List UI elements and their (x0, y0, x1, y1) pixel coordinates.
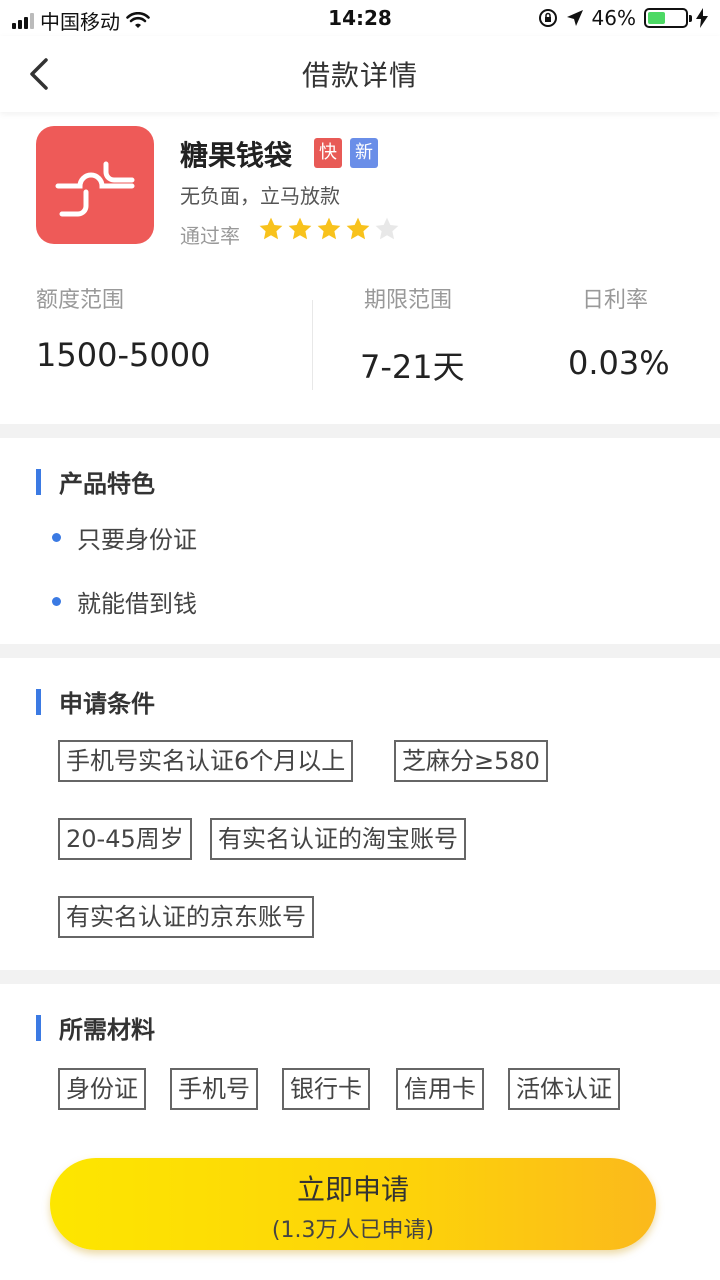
features-header: 产品特色 (36, 464, 155, 499)
material-chip: 活体认证 (508, 1068, 620, 1110)
battery-icon (644, 8, 692, 28)
page-title: 借款详情 (301, 59, 418, 92)
star-filled-icon (259, 217, 283, 240)
product-logo (36, 126, 154, 244)
section-accent-bar (36, 468, 41, 495)
condition-chip: 芝麻分≥580 (394, 740, 548, 782)
apply-button[interactable]: 立即申请 (1.3万人已申请) (50, 1158, 656, 1250)
condition-chip: 手机号实名认证6个月以上 (58, 740, 354, 782)
back-icon[interactable] (26, 54, 56, 94)
material-chip: 信用卡 (396, 1068, 484, 1110)
material-chip: 手机号 (170, 1068, 258, 1110)
pass-rate-stars (258, 216, 400, 242)
apply-count: (1.3万人已申请) (271, 1218, 435, 1243)
product-logo-icon (55, 161, 135, 217)
star-empty-icon (375, 217, 399, 240)
tag-fast: 快 (314, 138, 342, 168)
material-chip: 银行卡 (282, 1068, 370, 1110)
feature-item: 就能借到钱 (52, 584, 197, 619)
section-accent-bar (36, 688, 41, 715)
section-accent-bar (36, 1014, 41, 1041)
location-icon (566, 10, 583, 26)
term-label: 期限范围 (364, 288, 453, 313)
materials-title: 所需材料 (59, 1016, 155, 1044)
status-right: 46% (538, 6, 708, 30)
status-bar: 中国移动 14:28 46% (0, 0, 720, 36)
battery-percent: 46% (591, 6, 636, 30)
conditions-header: 申请条件 (36, 684, 155, 719)
pass-rate-label: 通过率 (180, 224, 240, 248)
condition-chip: 有实名认证的京东账号 (58, 896, 314, 938)
orientation-lock-icon (538, 9, 557, 27)
battery-fill (648, 12, 665, 24)
condition-chip: 20-45周岁 (58, 818, 192, 860)
bullet-dot (52, 533, 61, 542)
product-slogan: 无负面，立马放款 (180, 184, 340, 208)
material-chip: 身份证 (58, 1068, 146, 1110)
star-filled-icon (288, 217, 312, 240)
features-section: 产品特色 只要身份证 就能借到钱 (0, 438, 720, 644)
feature-item-text: 就能借到钱 (77, 590, 197, 618)
feature-item: 只要身份证 (52, 520, 197, 555)
product-name: 糖果钱袋 (180, 139, 293, 172)
condition-chip: 有实名认证的淘宝账号 (210, 818, 466, 860)
stat-divider (312, 300, 313, 390)
tag-new: 新 (350, 138, 378, 168)
term-value: 7-21天 (360, 348, 465, 386)
star-filled-icon (346, 217, 370, 240)
nav-bar: 借款详情 (0, 36, 720, 112)
features-title: 产品特色 (59, 470, 155, 498)
rate-value: 0.03% (568, 344, 670, 382)
amount-label: 额度范围 (36, 288, 125, 313)
materials-header: 所需材料 (36, 1010, 155, 1045)
rate-label: 日利率 (582, 288, 649, 313)
product-card: 糖果钱袋 快 新 无负面，立马放款 通过率 额度范围 1500-5000 期限范… (0, 112, 720, 424)
conditions-title: 申请条件 (59, 690, 155, 718)
bullet-dot (52, 597, 61, 606)
amount-value: 1500-5000 (36, 336, 211, 374)
star-filled-icon (317, 217, 341, 240)
apply-button-label: 立即申请 (296, 1173, 409, 1206)
charging-icon (696, 8, 708, 28)
conditions-section: 申请条件 手机号实名认证6个月以上 芝麻分≥580 20-45周岁 有实名认证的… (0, 658, 720, 970)
feature-item-text: 只要身份证 (77, 526, 197, 554)
